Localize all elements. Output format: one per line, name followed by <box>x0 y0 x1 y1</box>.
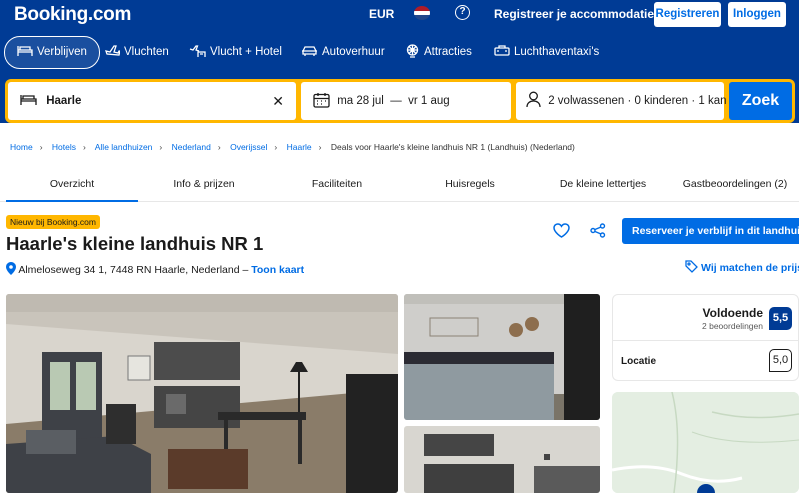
car-icon <box>302 46 317 56</box>
price-match-link[interactable]: Wij matchen de prijs <box>685 260 799 274</box>
help-icon[interactable]: ? <box>455 5 470 20</box>
nav-label: Luchthaventaxi's <box>514 46 600 58</box>
breadcrumb-current: Deals voor Haarle's kleine landhuis NR 1… <box>330 142 575 152</box>
rating-card[interactable]: Voldoende 2 beoordelingen 5,5 Locatie 5,… <box>612 294 799 381</box>
nav-label: Vlucht + Hotel <box>210 46 282 58</box>
breadcrumb-overijssel[interactable]: Overijssel <box>230 142 267 152</box>
nav-label: Autoverhuur <box>322 46 385 58</box>
nav-autoverhuur[interactable]: Autoverhuur <box>301 37 385 68</box>
person-icon <box>526 92 541 108</box>
breadcrumb-haarle[interactable]: Haarle <box>287 142 312 152</box>
map-preview[interactable] <box>612 392 799 493</box>
divider <box>613 340 798 341</box>
new-badge: Nieuw bij Booking.com <box>6 215 100 229</box>
tab-bar: Overzicht Info & prijzen Faciliteiten Hu… <box>0 169 799 202</box>
tab-gastbeoordelingen[interactable]: Gastbeoordelingen (2) <box>670 169 799 202</box>
attractions-icon <box>406 44 419 59</box>
location-score-badge: 5,0 <box>769 349 792 372</box>
netherlands-flag-icon[interactable] <box>414 6 430 20</box>
destination-value: Haarle <box>46 95 82 107</box>
breadcrumb-alle-landhuizen[interactable]: Alle landhuizen <box>95 142 153 152</box>
show-map-link[interactable]: Toon kaart <box>251 264 304 276</box>
plane-hotel-icon <box>189 45 206 57</box>
heart-icon[interactable] <box>553 223 570 238</box>
breadcrumb-hotels[interactable]: Hotels <box>52 142 76 152</box>
search-bar: Haarle ✕ ma 28 jul — vr 1 aug 2 volwasse… <box>5 79 795 123</box>
list-property-link[interactable]: Registreer je accommodatie <box>494 7 654 21</box>
bedroom-photo[interactable] <box>404 294 600 420</box>
location-label: Locatie <box>621 356 657 367</box>
bed-icon <box>17 46 33 57</box>
rating-word: Voldoende <box>702 306 763 320</box>
kitchen-photo[interactable] <box>404 426 600 493</box>
nav-label: Attracties <box>424 46 472 58</box>
tab-huisregels[interactable]: Huisregels <box>404 169 536 202</box>
dates-value: ma 28 jul — vr 1 aug <box>337 95 450 107</box>
nav-label: Verblijven <box>37 46 87 58</box>
nav-luchthaventaxis[interactable]: Luchthaventaxi's <box>494 37 599 68</box>
nav-vlucht-hotel[interactable]: Vlucht + Hotel <box>189 37 282 68</box>
review-score-badge: 5,5 <box>769 307 792 330</box>
tab-faciliteiten[interactable]: Faciliteiten <box>271 169 403 202</box>
property-address: Almeloseweg 34 1, 7448 RN Haarle, Nederl… <box>6 262 304 276</box>
main-photo[interactable] <box>6 294 398 493</box>
address-text: Almeloseweg 34 1, 7448 RN Haarle, Nederl… <box>18 264 252 276</box>
nav-verblijven[interactable]: Verblijven <box>4 36 100 69</box>
breadcrumb-nederland[interactable]: Nederland <box>172 142 211 152</box>
currency-selector[interactable]: EUR <box>369 7 394 21</box>
taxi-icon <box>494 45 510 56</box>
tab-info-prijzen[interactable]: Info & prijzen <box>138 169 270 202</box>
tab-overzicht[interactable]: Overzicht <box>6 169 138 202</box>
share-icon[interactable] <box>590 223 606 238</box>
date-field[interactable]: ma 28 jul — vr 1 aug <box>301 82 511 120</box>
nav-label: Vluchten <box>124 46 169 58</box>
destination-field[interactable]: Haarle ✕ <box>8 82 296 120</box>
search-button[interactable]: Zoek <box>729 82 792 120</box>
nav-attracties[interactable]: Attracties <box>405 37 472 68</box>
guests-value: 2 volwassenen · 0 kinderen · 1 kan <box>548 95 727 107</box>
bed-icon <box>20 95 37 106</box>
clear-icon[interactable]: ✕ <box>272 82 284 120</box>
header: Booking.com EUR ? Registreer je accommod… <box>0 0 799 123</box>
plane-icon <box>105 45 121 57</box>
breadcrumb-home[interactable]: Home <box>10 142 33 152</box>
property-title: Haarle's kleine landhuis NR 1 <box>6 233 264 254</box>
tag-icon <box>685 260 698 273</box>
review-count: 2 beoordelingen <box>702 321 763 331</box>
breadcrumb: Home › Hotels › Alle landhuizen › Nederland… <box>10 142 575 152</box>
reserve-button[interactable]: Reserveer je verblijf in dit landhuis <box>622 218 799 244</box>
location-pin-icon <box>6 262 16 275</box>
calendar-icon <box>313 92 330 108</box>
guests-field[interactable]: 2 volwassenen · 0 kinderen · 1 kan ⌄ <box>516 82 739 120</box>
logo[interactable]: Booking.com <box>14 4 131 26</box>
nav-vluchten[interactable]: Vluchten <box>105 37 169 68</box>
register-button[interactable]: Registreren <box>654 2 721 27</box>
tab-kleine-lettertjes[interactable]: De kleine lettertjes <box>537 169 669 202</box>
price-match-text: Wij matchen de prijs <box>701 262 799 274</box>
login-button[interactable]: Inloggen <box>728 2 786 27</box>
